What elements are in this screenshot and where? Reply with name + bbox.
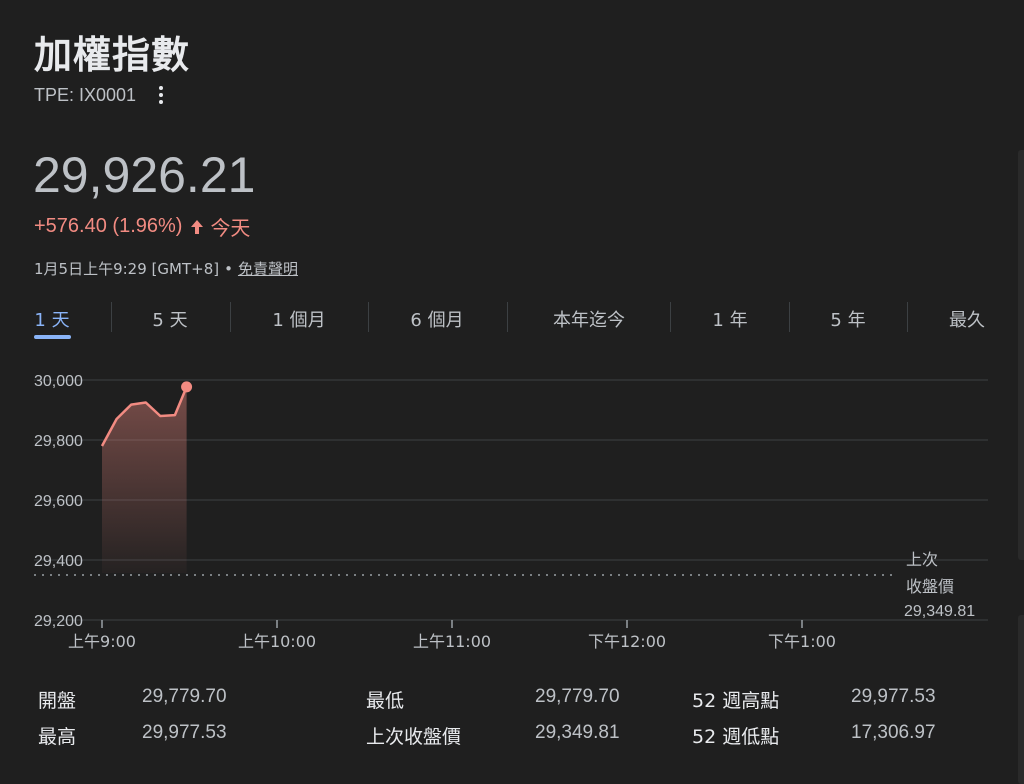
tab-divider: [907, 302, 908, 332]
active-tab-indicator: [34, 335, 71, 339]
tab-6-months[interactable]: 6 個月: [410, 306, 463, 332]
stat-label-low: 最低: [366, 690, 405, 712]
tab-1-year[interactable]: 1 年: [712, 306, 747, 332]
ticker-symbol: TPE: IX0001: [34, 84, 137, 105]
stat-value-prev-close: 29,349.81: [535, 722, 620, 743]
ticker-row: TPE: IX0001: [34, 84, 170, 106]
tab-divider: [507, 302, 508, 332]
tab-1-day[interactable]: 1 天: [34, 306, 69, 332]
tab-max[interactable]: 最久: [949, 306, 985, 332]
range-tabs: 1 天 5 天 1 個月 6 個月 本年迄今 1 年 5 年 最久: [0, 300, 1024, 344]
y-tick-label: 29,400: [34, 553, 83, 570]
y-tick-label: 30,000: [34, 373, 83, 390]
price-change-row: +576.40 (1.96%) 今天: [34, 212, 250, 241]
tab-5-years[interactable]: 5 年: [830, 306, 865, 332]
index-title: 加權指數: [34, 33, 191, 77]
tab-divider: [789, 302, 790, 332]
timestamp-row: 1月5日上午9:29 [GMT+8] • 免責聲明: [34, 258, 298, 279]
previous-close-label: 收盤價: [906, 577, 954, 596]
x-tick-label: 下午12:00: [588, 632, 666, 651]
key-stats: 開盤 29,779.70 最高 29,977.53 最低 29,779.70 上…: [0, 680, 1024, 770]
stat-label-open: 開盤: [38, 690, 77, 712]
x-tick-label: 下午1:00: [768, 632, 836, 651]
stat-value-high: 29,977.53: [142, 722, 227, 743]
side-panel-edge: [1018, 150, 1024, 560]
tab-divider: [111, 302, 112, 332]
stat-label-high: 最高: [38, 726, 77, 748]
y-tick-label: 29,800: [34, 433, 83, 450]
price-chart[interactable]: 30,000 29,800 29,600 29,400 29,200 上午9:00 上午10…: [0, 360, 1024, 660]
x-tick-label: 上午9:00: [68, 632, 136, 651]
tab-1-month[interactable]: 1 個月: [272, 306, 325, 332]
stat-value-52w-low: 17,306.97: [851, 722, 936, 743]
arrow-up-icon: [191, 219, 204, 234]
stat-label-52w-high: 52 週高點: [692, 690, 780, 712]
current-price: 29,926.21: [33, 147, 256, 203]
tab-ytd[interactable]: 本年迄今: [553, 306, 625, 332]
y-tick-label: 29,200: [34, 613, 83, 630]
timestamp-separator: •: [224, 259, 233, 278]
previous-close-value: 29,349.81: [904, 603, 975, 620]
y-tick-label: 29,600: [34, 493, 83, 510]
more-vert-icon[interactable]: [152, 84, 170, 106]
x-tick-label: 上午10:00: [238, 632, 316, 651]
stat-value-open: 29,779.70: [142, 686, 227, 707]
previous-close-label: 上次: [906, 550, 938, 569]
price-change: +576.40 (1.96%): [34, 215, 183, 237]
stat-value-52w-high: 29,977.53: [851, 686, 936, 707]
tab-divider: [670, 302, 671, 332]
quote-timestamp: 1月5日上午9:29 [GMT+8]: [34, 260, 220, 278]
stat-label-52w-low: 52 週低點: [692, 726, 780, 748]
stat-label-prev-close: 上次收盤價: [366, 726, 462, 748]
change-period: 今天: [210, 216, 251, 240]
x-tick-label: 上午11:00: [413, 632, 491, 651]
last-price-marker: [181, 381, 193, 393]
tab-divider: [230, 302, 231, 332]
disclaimer-link[interactable]: 免責聲明: [238, 258, 298, 279]
tab-5-days[interactable]: 5 天: [152, 306, 187, 332]
stat-value-low: 29,779.70: [535, 686, 620, 707]
tab-divider: [368, 302, 369, 332]
side-panel-edge: [1018, 615, 1024, 784]
